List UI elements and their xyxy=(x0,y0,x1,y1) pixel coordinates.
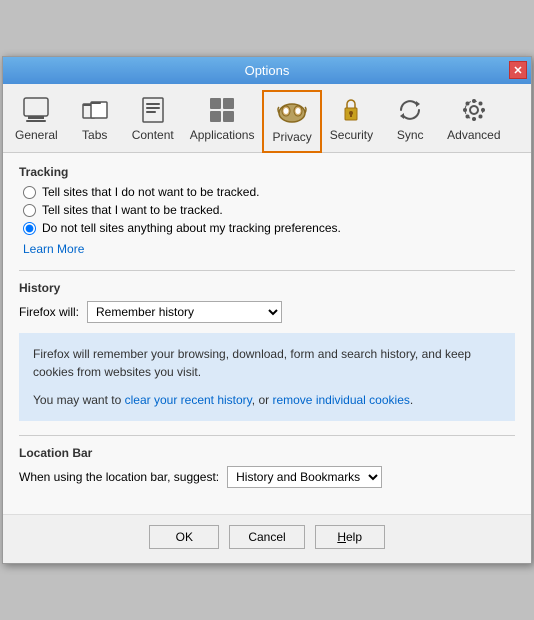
history-section: History Firefox will: Remember history N… xyxy=(19,281,515,421)
location-bar-dropdown[interactable]: History and Bookmarks History Bookmarks … xyxy=(227,466,382,488)
toolbar: General Tabs xyxy=(3,84,531,153)
tracking-option-1[interactable]: Tell sites that I do not want to be trac… xyxy=(23,185,515,199)
tab-content-label: Content xyxy=(132,128,174,142)
history-title: History xyxy=(19,281,515,295)
tracking-label-1: Tell sites that I do not want to be trac… xyxy=(42,185,259,199)
firefox-will-label: Firefox will: xyxy=(19,305,79,319)
ok-button[interactable]: OK xyxy=(149,525,219,549)
history-info-box: Firefox will remember your browsing, dow… xyxy=(19,333,515,421)
history-info-text: Firefox will remember your browsing, dow… xyxy=(33,345,501,381)
tab-sync-label: Sync xyxy=(397,128,424,142)
security-icon xyxy=(335,94,367,126)
title-bar: Options ✕ xyxy=(3,57,531,84)
tracking-radio-3[interactable] xyxy=(23,222,36,235)
tab-general[interactable]: General xyxy=(7,90,66,152)
tracking-options: Tell sites that I do not want to be trac… xyxy=(23,185,515,235)
tab-security[interactable]: Security xyxy=(322,90,381,152)
cancel-button[interactable]: Cancel xyxy=(229,525,304,549)
tracking-label-2: Tell sites that I want to be tracked. xyxy=(42,203,223,217)
location-bar-title: Location Bar xyxy=(19,446,515,460)
advanced-icon xyxy=(458,94,490,126)
tracking-option-3[interactable]: Do not tell sites anything about my trac… xyxy=(23,221,515,235)
tab-security-label: Security xyxy=(330,128,373,142)
remove-cookies-link[interactable]: remove individual cookies xyxy=(272,393,409,407)
tabs-icon xyxy=(79,94,111,126)
close-button[interactable]: ✕ xyxy=(509,61,527,79)
tab-general-label: General xyxy=(15,128,58,142)
history-dropdown[interactable]: Remember history Never remember history … xyxy=(87,301,282,323)
tab-applications[interactable]: Applications xyxy=(182,90,263,152)
clear-history-link[interactable]: clear your recent history xyxy=(125,393,252,407)
privacy-icon xyxy=(276,96,308,128)
button-row: OK Cancel Help xyxy=(3,514,531,563)
tab-privacy[interactable]: Privacy xyxy=(262,90,321,153)
tab-advanced[interactable]: Advanced xyxy=(439,90,508,152)
location-bar-label: When using the location bar, suggest: xyxy=(19,470,219,484)
main-content: Tracking Tell sites that I do not want t… xyxy=(3,153,531,514)
general-icon xyxy=(20,94,52,126)
history-info-line2: You may want to clear your recent histor… xyxy=(33,391,501,409)
sync-icon xyxy=(394,94,426,126)
divider-2 xyxy=(19,435,515,436)
tab-advanced-label: Advanced xyxy=(447,128,500,142)
tracking-radio-1[interactable] xyxy=(23,186,36,199)
window-title: Options xyxy=(245,63,290,78)
tab-tabs-label: Tabs xyxy=(82,128,107,142)
history-row: Firefox will: Remember history Never rem… xyxy=(19,301,515,323)
tracking-radio-2[interactable] xyxy=(23,204,36,217)
location-bar-section: Location Bar When using the location bar… xyxy=(19,446,515,488)
content-icon xyxy=(137,94,169,126)
learn-more-container: Learn More xyxy=(23,241,515,256)
location-bar-row: When using the location bar, suggest: Hi… xyxy=(19,466,515,488)
tracking-option-2[interactable]: Tell sites that I want to be tracked. xyxy=(23,203,515,217)
tab-tabs[interactable]: Tabs xyxy=(66,90,124,152)
learn-more-link[interactable]: Learn More xyxy=(23,242,84,256)
tab-sync[interactable]: Sync xyxy=(381,90,439,152)
tracking-title: Tracking xyxy=(19,165,515,179)
help-button[interactable]: Help xyxy=(315,525,385,549)
tab-applications-label: Applications xyxy=(190,128,255,142)
divider-1 xyxy=(19,270,515,271)
applications-icon xyxy=(206,94,238,126)
options-window: Options ✕ General xyxy=(2,56,532,564)
tracking-section: Tracking Tell sites that I do not want t… xyxy=(19,165,515,256)
tab-privacy-label: Privacy xyxy=(272,130,311,144)
tab-content[interactable]: Content xyxy=(124,90,182,152)
tracking-label-3: Do not tell sites anything about my trac… xyxy=(42,221,341,235)
